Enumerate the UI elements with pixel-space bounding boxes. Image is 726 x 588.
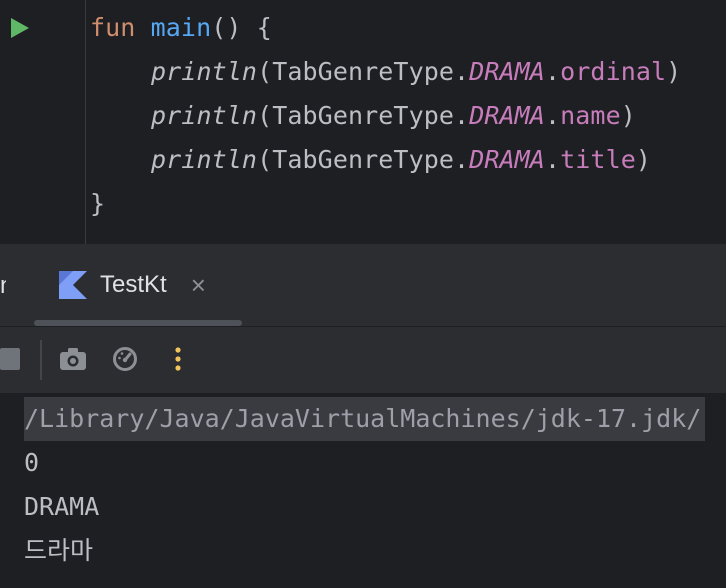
gauge-icon — [113, 347, 137, 371]
toolbar-separator — [40, 340, 42, 380]
enum-constant-drama: DRAMA — [469, 57, 545, 86]
code-dot: . — [544, 145, 561, 174]
property-name: name — [560, 101, 621, 130]
code-dot: . — [544, 57, 561, 86]
property-ordinal: ordinal — [560, 57, 667, 86]
run-gutter-button[interactable] — [8, 16, 32, 40]
camera-icon — [60, 348, 86, 370]
code-text: (TabGenreType. — [257, 57, 470, 86]
console-output-line: 드라마 — [24, 536, 94, 565]
code-line-5[interactable]: } — [90, 182, 105, 226]
more-vertical-icon — [175, 347, 181, 371]
console-command-line[interactable]: /Library/Java/JavaVirtualMachines/jdk-17… — [24, 397, 706, 441]
property-title: title — [560, 145, 636, 174]
kotlin-icon — [59, 271, 87, 299]
function-call-println: println — [151, 101, 258, 130]
run-icon — [11, 18, 29, 38]
console-output-line: DRAMA — [24, 492, 100, 521]
tab-scroll-indicator[interactable] — [34, 320, 242, 326]
closing-brace: } — [90, 189, 106, 218]
tab-testkt[interactable]: TestKt × — [58, 262, 206, 308]
code-close-paren: ) — [635, 145, 652, 174]
code-line-1[interactable]: fun main() { — [90, 6, 272, 50]
code-text: (TabGenreType. — [257, 101, 470, 130]
code-line-3[interactable]: println(TabGenreType.DRAMA.name) — [151, 94, 636, 138]
function-name-main: main — [150, 13, 212, 42]
close-icon[interactable]: × — [191, 272, 206, 298]
code-line-4[interactable]: println(TabGenreType.DRAMA.title) — [151, 138, 651, 182]
enum-constant-drama: DRAMA — [469, 145, 545, 174]
code-dot: . — [544, 101, 561, 130]
code-line-2[interactable]: println(TabGenreType.DRAMA.ordinal) — [151, 50, 681, 94]
function-call-println: println — [151, 145, 258, 174]
enum-constant-drama: DRAMA — [469, 101, 545, 130]
gutter-separator — [85, 0, 86, 244]
profiler-button[interactable] — [110, 344, 140, 374]
code-close-paren: ) — [620, 101, 636, 130]
function-call-println: println — [151, 57, 258, 86]
camera-button[interactable] — [58, 344, 88, 374]
stop-icon[interactable] — [0, 348, 20, 370]
run-toolbar — [0, 327, 726, 393]
code-close-paren: ) — [666, 57, 682, 86]
tab-label: TestKt — [100, 271, 167, 298]
console-output-line: 0 — [24, 448, 40, 477]
more-options-button[interactable] — [163, 344, 193, 374]
code-text: (TabGenreType. — [257, 145, 470, 174]
code-punctuation: () { — [211, 13, 272, 42]
tab-partial[interactable]: n — [0, 268, 6, 304]
keyword-fun: fun — [90, 13, 136, 42]
code-editor[interactable]: fun main() { println(TabGenreType.DRAMA.… — [0, 0, 726, 244]
